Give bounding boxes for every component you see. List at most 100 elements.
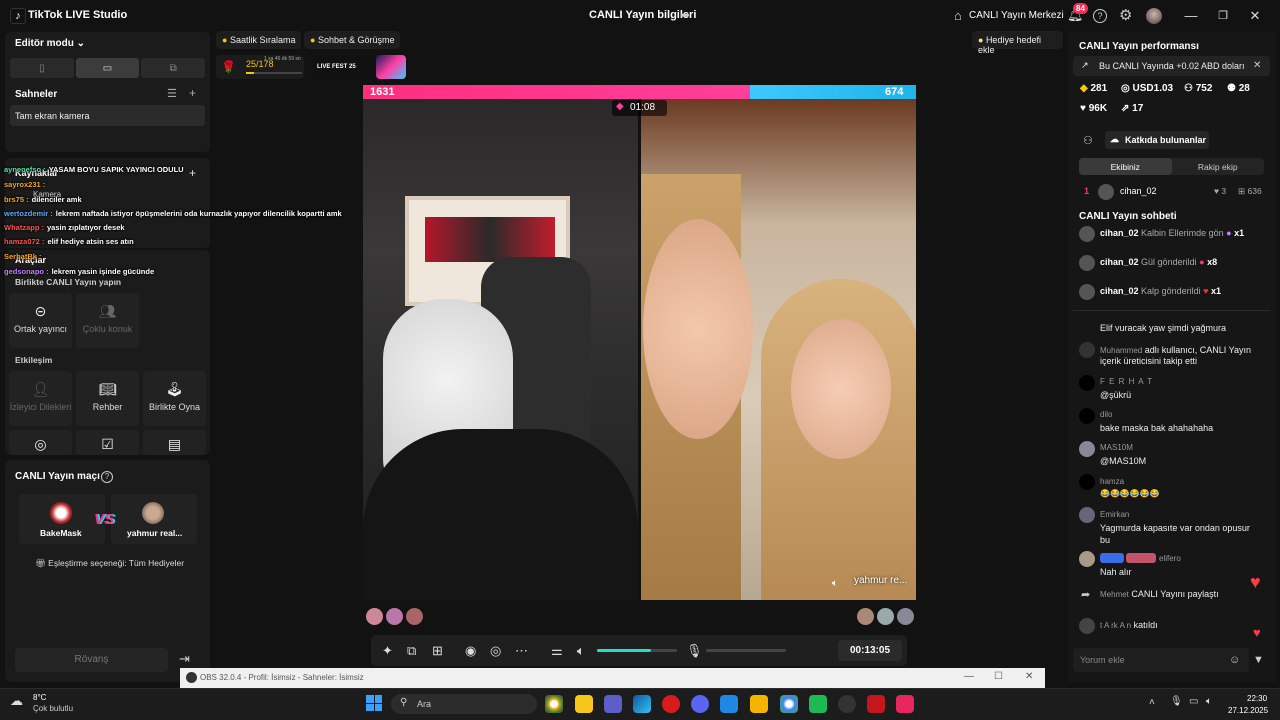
edge-icon[interactable] <box>633 695 651 713</box>
microphone-icon[interactable]: 🎙︎ <box>1170 696 1183 707</box>
app-icon[interactable] <box>809 695 827 713</box>
tool-tile-4[interactable]: ◎ <box>9 430 72 455</box>
steam-icon[interactable] <box>838 695 856 713</box>
clock-date[interactable]: 27.12.2025 <box>1228 706 1268 715</box>
obs-window-bar[interactable]: OBS 32.0.4 - Profil: İsimsiz - Sahneler:… <box>180 668 1045 688</box>
tool-tile-5[interactable]: ☑ <box>76 430 139 455</box>
home-icon[interactable]: ⌂ <box>954 8 962 23</box>
viewer-wishes-tile[interactable]: 👤︎ İzleyici Dilekleri <box>9 371 72 426</box>
browser-icon[interactable] <box>780 695 798 713</box>
editor-mode-dropdown[interactable]: Editör modu ⌄ <box>15 38 85 49</box>
folder-icon[interactable] <box>750 695 768 713</box>
chat-call-chip[interactable]: ● Sohbet & Görüşme <box>304 31 401 49</box>
mail-icon[interactable] <box>720 695 738 713</box>
camera-switch-icon[interactable]: ◎ <box>490 643 501 659</box>
volume-fill <box>597 649 652 652</box>
obs-maximize-button[interactable]: ☐ <box>994 671 1003 682</box>
network-icon[interactable]: ▭ <box>1189 696 1198 707</box>
discord-icon[interactable] <box>691 695 709 713</box>
magic-wand-icon[interactable]: ✦ <box>382 643 393 659</box>
avatar <box>1079 226 1095 242</box>
close-button[interactable]: ✕ <box>1245 6 1265 26</box>
minimize-button[interactable]: — <box>1181 6 1201 26</box>
list-icon[interactable]: ☰ <box>167 87 177 100</box>
rematch-button[interactable]: Rövanş <box>15 648 168 672</box>
notes-icon[interactable] <box>575 695 593 713</box>
progress-fill <box>246 72 254 74</box>
cohost-tile[interactable]: ⊝ Ortak yayıncı <box>9 293 72 348</box>
fest-logo <box>376 55 406 79</box>
obs-close-button[interactable]: ✕ <box>1025 671 1033 682</box>
scene-item[interactable]: Tam ekran kamera <box>10 105 205 126</box>
mic-slider[interactable] <box>706 649 786 652</box>
contributor-likes: ♥ 3 <box>1214 186 1227 196</box>
avatar[interactable] <box>1146 8 1162 24</box>
close-notice-icon[interactable]: ✕ <box>1253 60 1261 71</box>
player-left-avatar <box>50 502 72 524</box>
settings-sliders-icon[interactable]: ⚌ <box>551 643 563 659</box>
layout-switch[interactable]: ▯ ▭ ⧉ <box>10 58 206 78</box>
tiktok-studio-icon[interactable] <box>896 695 914 713</box>
stat-usd: ◎ USD1.03 <box>1121 83 1174 94</box>
fest-badge[interactable]: LIVE FEST 25 <box>314 55 374 79</box>
portrait-layout-option[interactable]: ▯ <box>10 58 74 78</box>
host-camera-view <box>363 99 638 600</box>
more-icon[interactable]: ⋯ <box>515 643 528 659</box>
chevron-up-icon[interactable]: ˄ <box>1149 697 1155 708</box>
live-hub-button[interactable]: CANLI Yayın Merkezi <box>969 10 1064 21</box>
video-app-icon[interactable] <box>867 695 885 713</box>
exit-icon[interactable]: ⇥ <box>179 651 190 667</box>
earnings-notice: ↗ Bu CANLI Yayında +0.02 ABD doları <box>1073 56 1270 76</box>
hourly-ranking-chip[interactable]: ● Saatlik Sıralama <box>216 31 302 49</box>
play-together-tile[interactable]: 🕹︎ Birlikte Oyna <box>143 371 206 426</box>
share-icon[interactable]: ➦ <box>680 8 690 22</box>
score-bar-left <box>363 85 751 99</box>
volume-slider[interactable] <box>597 649 677 652</box>
gift-goal-button[interactable]: ● Hediye hedefi ekle <box>972 31 1063 55</box>
tab-our-team[interactable]: Ekibiniz <box>1079 158 1172 175</box>
comment-input[interactable]: Yorum ekle <box>1073 648 1249 672</box>
landscape-layout-option[interactable]: ▭ <box>75 58 140 78</box>
add-person-icon[interactable]: ⚇ <box>1083 134 1093 147</box>
gear-icon[interactable]: ⚙ <box>1119 6 1132 24</box>
avatar <box>1079 551 1095 567</box>
coin-icon: ◆ <box>1080 83 1091 94</box>
add-scene-icon[interactable]: + <box>189 86 196 100</box>
volume-icon[interactable]: 🔈︎ <box>577 643 585 659</box>
battle-timer: ◆ 01:08 <box>612 100 667 116</box>
tool-tile-6[interactable]: ▤ <box>143 430 206 455</box>
search-input[interactable]: ⚲ Ara <box>391 694 537 714</box>
team-tabs[interactable]: Ekibiniz Rakip ekip <box>1079 158 1264 175</box>
opera-icon[interactable] <box>662 695 680 713</box>
chat-message: 😂😂😂😂😂😂 <box>1100 489 1160 498</box>
rose-icon: 🌹 <box>221 60 236 74</box>
clock-time[interactable]: 22:30 <box>1247 694 1267 703</box>
gift-message: cihan_02 Kalp gönderildi ♥ x1 <box>1100 286 1221 296</box>
start-icon[interactable] <box>366 695 382 711</box>
emoji-icon[interactable]: ☺ <box>1229 654 1240 666</box>
teams-icon[interactable] <box>604 695 622 713</box>
add-source-icon[interactable]: + <box>189 166 196 180</box>
volume-icon[interactable]: 🔈︎ <box>1206 696 1212 707</box>
obs-minimize-button[interactable]: — <box>964 671 974 682</box>
match-option[interactable]: 🎁︎ Eşleştirme seçeneği: Tüm Hediyeler <box>35 558 184 569</box>
screen-icon[interactable]: ⊞ <box>432 643 443 659</box>
microphone-icon[interactable]: 🎙︎ <box>686 643 703 659</box>
effects-icon[interactable]: ⧉ <box>407 643 416 659</box>
score-right: 674 <box>885 86 904 98</box>
guide-tile[interactable]: 📖︎ Rehber <box>76 371 139 426</box>
chrome-icon[interactable] <box>545 695 563 713</box>
tab-rival-team[interactable]: Rakip ekip <box>1172 158 1265 175</box>
multi-guest-tile[interactable]: 👥︎ Çoklu konuk <box>76 293 139 348</box>
speaker-icon[interactable]: 🔈︎ <box>832 578 838 589</box>
chat-username: hamza <box>1100 477 1125 486</box>
dual-layout-option[interactable]: ⧉ <box>141 58 206 78</box>
record-icon[interactable]: ◉ <box>465 643 476 659</box>
match-help-icon[interactable]: ? <box>101 471 113 483</box>
help-icon[interactable]: ? <box>1093 9 1107 23</box>
send-icon[interactable]: ▼ <box>1253 654 1264 666</box>
maximize-button[interactable]: ❐ <box>1213 6 1233 26</box>
weather-icon[interactable]: ☁ <box>10 693 23 709</box>
contributors-button[interactable]: ☁ Katkıda bulunanlar <box>1105 131 1209 149</box>
gift-message: cihan_02 Gül gönderildi ● x8 <box>1100 257 1218 267</box>
